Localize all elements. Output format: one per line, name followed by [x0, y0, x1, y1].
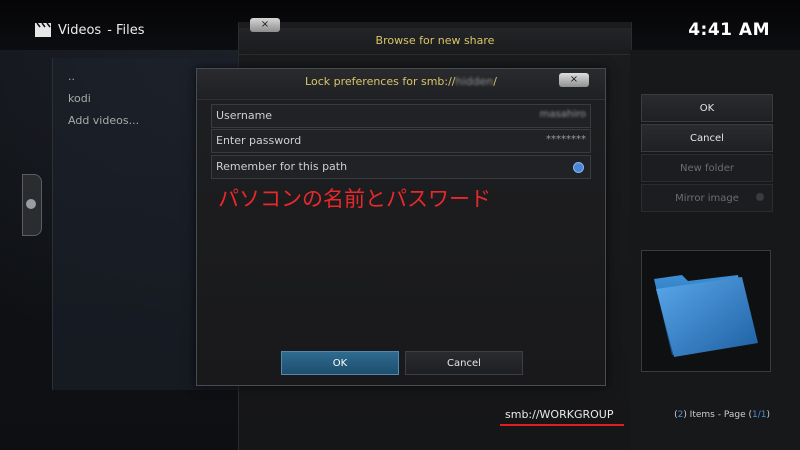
mirror-image-label: Mirror image	[675, 192, 739, 204]
browse-dialog-title: Browse for new share	[239, 28, 631, 55]
browse-close-button[interactable]: ×	[250, 18, 280, 32]
lock-dialog-title: Lock preferences for smb://hidden/	[305, 75, 497, 88]
username-label: Username	[216, 109, 273, 122]
remember-path-toggle[interactable]: Remember for this path	[211, 155, 591, 179]
folder-icon	[654, 275, 758, 357]
password-field[interactable]: Enter password ********	[211, 129, 591, 153]
path-underline-annotation	[500, 424, 624, 426]
mirror-image-button[interactable]: Mirror image	[641, 184, 773, 212]
lock-dialog-header: Lock preferences for smb://hidden/ ×	[197, 69, 605, 100]
password-label: Enter password	[216, 134, 302, 147]
radio-on-icon	[573, 162, 584, 173]
subsection-title: - Files	[107, 22, 145, 38]
hidden-host: hidden	[455, 75, 494, 88]
clock: 4:41 AM	[688, 20, 770, 40]
current-path: smb://WORKGROUP	[505, 408, 614, 421]
folder-thumbnail	[641, 250, 771, 372]
username-value: masahiro	[539, 109, 586, 120]
list-item[interactable]: Add videos...	[68, 114, 139, 127]
items-summary: (2) Items - Page (1/1)	[674, 410, 770, 420]
cancel-button[interactable]: Cancel	[641, 124, 773, 152]
annotation-text: パソコンの名前とパスワード	[218, 187, 491, 211]
app-header: Videos - Files	[34, 18, 145, 42]
clapperboard-icon	[35, 22, 51, 37]
lock-ok-button[interactable]: OK	[281, 351, 399, 375]
lock-cancel-button[interactable]: Cancel	[405, 351, 523, 375]
remember-label: Remember for this path	[216, 160, 348, 173]
mirror-image-toggle-icon	[756, 193, 764, 201]
new-folder-button[interactable]: New folder	[641, 154, 773, 182]
username-field[interactable]: Username masahiro	[211, 104, 591, 128]
list-item[interactable]: kodi	[68, 92, 91, 105]
list-item[interactable]: ..	[68, 70, 75, 83]
lock-preferences-dialog: Lock preferences for smb://hidden/ × Use…	[196, 68, 606, 386]
side-menu-handle[interactable]	[22, 174, 42, 236]
password-value: ********	[546, 134, 586, 145]
ok-button[interactable]: OK	[641, 94, 773, 122]
lock-close-button[interactable]: ×	[559, 73, 589, 87]
handle-dot-icon	[26, 199, 36, 209]
section-title: Videos	[58, 22, 102, 38]
